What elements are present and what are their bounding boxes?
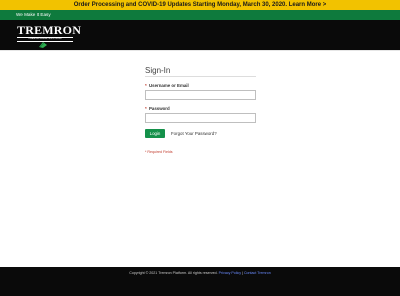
required-fields-note: * Required Fields: [145, 150, 173, 154]
green-leaf-icon: [39, 42, 47, 48]
username-label-text: Username or Email: [148, 83, 189, 88]
login-button[interactable]: Login: [145, 129, 165, 138]
title-divider: [145, 76, 256, 77]
site-footer: Copyright © 2021 Tremron Platform. All r…: [0, 267, 400, 296]
logo-wordmark: TREMRON: [17, 23, 82, 37]
tagline-bar: We Make It Easy: [0, 10, 400, 20]
password-label-text: Password: [148, 106, 170, 111]
username-label: * Username or Email: [145, 83, 189, 88]
username-input[interactable]: [145, 90, 256, 100]
password-label: * Password: [145, 106, 170, 111]
forgot-password-link[interactable]: Forgot Your Password?: [171, 131, 217, 136]
required-marker: *: [145, 106, 147, 111]
footer-separator: |: [242, 271, 243, 275]
contact-link[interactable]: Contact Tremron: [244, 271, 271, 275]
privacy-policy-link[interactable]: Privacy Policy: [219, 271, 241, 275]
covid-update-banner[interactable]: Order Processing and COVID-19 Updates St…: [0, 0, 400, 10]
page-title: Sign-In: [145, 66, 171, 75]
site-header: TREMRON PREMIUM PAVER SOLUTIONS: [0, 20, 400, 50]
required-marker: *: [145, 83, 147, 88]
tagline-text: We Make It Easy: [16, 12, 51, 17]
password-input[interactable]: [145, 113, 256, 123]
footer-line: Copyright © 2021 Tremron Platform. All r…: [0, 271, 400, 275]
tremron-logo[interactable]: TREMRON PREMIUM PAVER SOLUTIONS: [17, 23, 82, 48]
copyright-text: Copyright © 2021 Tremron Platform. All r…: [129, 271, 218, 275]
header-divider: [0, 50, 400, 51]
